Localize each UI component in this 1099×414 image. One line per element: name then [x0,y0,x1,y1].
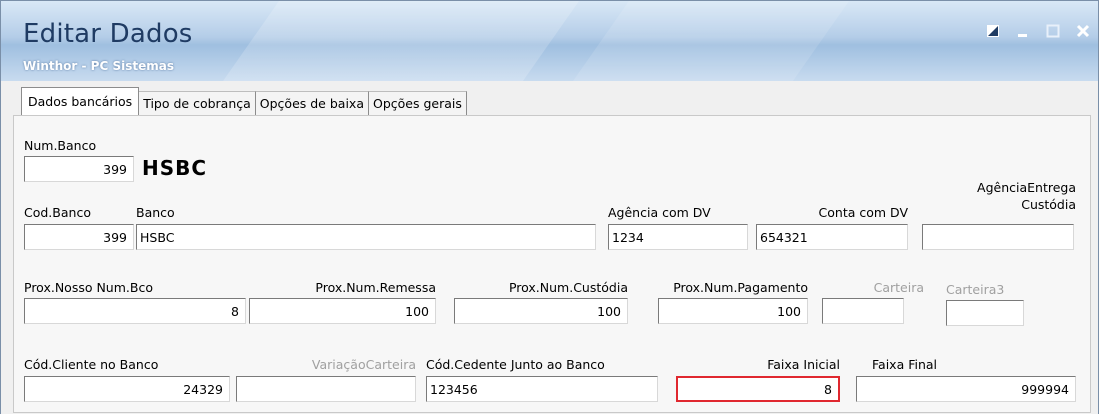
close-icon[interactable] [1074,22,1092,40]
agencia-dv-label: Agência com DV [608,205,711,220]
tab-tipo-de-cobranca[interactable]: Tipo de cobrança [139,91,256,115]
cod-cliente-label: Cód.Cliente no Banco [24,357,159,372]
cod-cliente-field[interactable]: 24329 [24,376,230,402]
num-banco-field[interactable]: 399 [24,156,134,182]
prox-num-pagamento-field[interactable]: 100 [658,298,808,324]
carteira3-field[interactable] [946,300,1024,326]
carteira3-label: Carteira3 [946,282,1005,297]
maximize-icon[interactable] [1044,22,1062,40]
faixa-inicial-label: Faixa Inicial [767,357,840,372]
edit-data-window: Editar Dados Winthor - PC Sistemas Dados… [0,0,1099,414]
agencia-entrega-label-1: AgênciaEntrega [977,180,1076,195]
dados-bancarios-panel: Num.Banco 399 HSBC Cod.Banco 399 Banco H… [13,115,1091,413]
client-area: Dados bancários Tipo de cobrança Opções … [1,81,1098,414]
banco-label: Banco [136,205,175,220]
restore-icon[interactable] [984,22,1002,40]
carteira-field[interactable] [822,298,904,324]
prox-num-custodia-field[interactable]: 100 [454,298,628,324]
minimize-icon[interactable] [1014,22,1032,40]
conta-dv-field[interactable]: 654321 [756,224,908,250]
banco-field[interactable]: HSBC [136,224,596,250]
window-subtitle: Winthor - PC Sistemas [23,59,174,73]
agencia-dv-field[interactable]: 1234 [608,224,748,250]
num-banco-label: Num.Banco [24,138,97,153]
prox-nosso-num-field[interactable]: 8 [24,298,246,324]
tab-dados-bancarios[interactable]: Dados bancários [21,87,140,115]
prox-num-custodia-label: Prox.Num.Custódia [508,280,628,295]
cod-banco-field[interactable]: 399 [24,224,134,250]
tab-opcoes-de-baixa[interactable]: Opções de baixa [255,91,369,115]
prox-nosso-num-label: Prox.Nosso Num.Bco [24,280,153,295]
agencia-entrega-label-2: Custódia [1021,197,1076,212]
window-title: Editar Dados [23,19,193,49]
carteira-label: Carteira [873,280,924,295]
prox-num-remessa-label: Prox.Num.Remessa [315,280,436,295]
faixa-final-label: Faixa Final [872,357,938,372]
faixa-inicial-field[interactable]: 8 [676,376,840,402]
prox-num-remessa-field[interactable]: 100 [249,298,436,324]
cod-banco-label: Cod.Banco [24,205,91,220]
faixa-final-field[interactable]: 999994 [856,376,1076,402]
agencia-entrega-field[interactable] [922,224,1074,250]
prox-num-pagamento-label: Prox.Num.Pagamento [673,280,808,295]
tab-opcoes-gerais[interactable]: Opções gerais [368,91,467,115]
bank-name-display: HSBC [142,156,208,180]
cod-cedente-field[interactable]: 123456 [426,376,658,402]
variacao-carteira-label: VariaçãoCarteira [311,357,416,372]
title-bar[interactable]: Editar Dados Winthor - PC Sistemas [1,1,1098,81]
conta-dv-label: Conta com DV [818,205,908,220]
window-controls [984,19,1092,43]
variacao-carteira-field[interactable] [236,376,416,402]
cod-cedente-label: Cód.Cedente Junto ao Banco [426,357,605,372]
tab-strip: Dados bancários Tipo de cobrança Opções … [21,87,467,115]
